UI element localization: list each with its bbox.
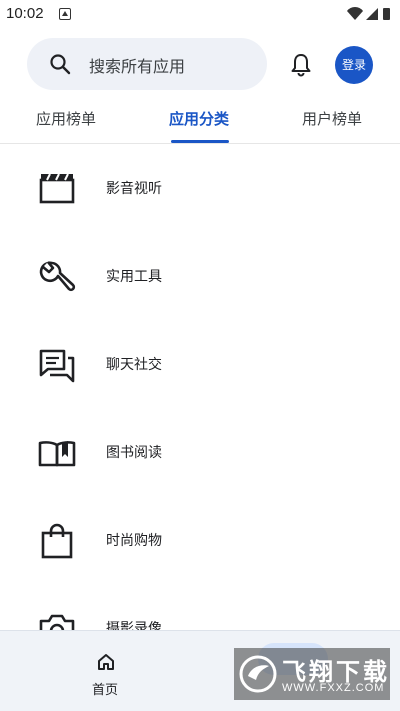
signal-icon bbox=[366, 8, 378, 20]
chat-icon bbox=[39, 349, 75, 383]
category-label: 图书阅读 bbox=[106, 445, 162, 461]
category-item-video[interactable]: 影音视听 bbox=[0, 144, 400, 232]
category-label: 实用工具 bbox=[106, 269, 162, 285]
category-label: 时尚购物 bbox=[106, 533, 162, 549]
category-item-books[interactable]: 图书阅读 bbox=[0, 408, 400, 496]
login-button[interactable]: 登录 bbox=[335, 46, 373, 84]
tab-user-ranking[interactable]: 用户榜单 bbox=[302, 108, 362, 129]
category-list: 影音视听 实用工具 聊天社交 图书阅读 时尚购物 摄影录像 bbox=[0, 144, 400, 630]
tab-bar: 应用榜单 应用分类 用户榜单 bbox=[0, 100, 400, 144]
battery-icon bbox=[383, 8, 390, 20]
watermark: 飞翔下载 WWW.FXXZ.COM bbox=[234, 648, 390, 700]
nav-home-label[interactable]: 首页 bbox=[92, 679, 118, 698]
category-label: 影音视听 bbox=[106, 181, 162, 197]
category-item-photo[interactable]: 摄影录像 bbox=[0, 584, 400, 630]
tab-app-categories[interactable]: 应用分类 bbox=[169, 108, 229, 129]
category-label: 摄影录像 bbox=[106, 621, 162, 630]
notification-icon bbox=[59, 8, 71, 20]
clapperboard-icon bbox=[39, 173, 75, 204]
home-icon[interactable] bbox=[96, 652, 116, 672]
tab-app-ranking[interactable]: 应用榜单 bbox=[36, 108, 96, 129]
search-bar[interactable]: 搜索所有应用 bbox=[27, 38, 267, 90]
camera-icon bbox=[39, 614, 75, 630]
category-item-social[interactable]: 聊天社交 bbox=[0, 320, 400, 408]
watermark-url: WWW.FXXZ.COM bbox=[282, 682, 385, 694]
category-item-shopping[interactable]: 时尚购物 bbox=[0, 496, 400, 584]
status-bar: 10:02 bbox=[0, 0, 400, 28]
search-placeholder: 搜索所有应用 bbox=[89, 57, 186, 76]
search-icon bbox=[50, 54, 71, 75]
book-icon bbox=[38, 441, 76, 467]
category-item-tools[interactable]: 实用工具 bbox=[0, 232, 400, 320]
status-time: 10:02 bbox=[6, 5, 44, 22]
status-icons bbox=[347, 6, 390, 20]
wrench-icon bbox=[39, 261, 76, 292]
bell-icon[interactable] bbox=[289, 52, 313, 78]
watermark-logo-icon bbox=[239, 655, 277, 693]
category-label: 聊天社交 bbox=[106, 357, 162, 373]
wifi-icon bbox=[347, 6, 363, 20]
shopping-bag-icon bbox=[41, 523, 73, 559]
